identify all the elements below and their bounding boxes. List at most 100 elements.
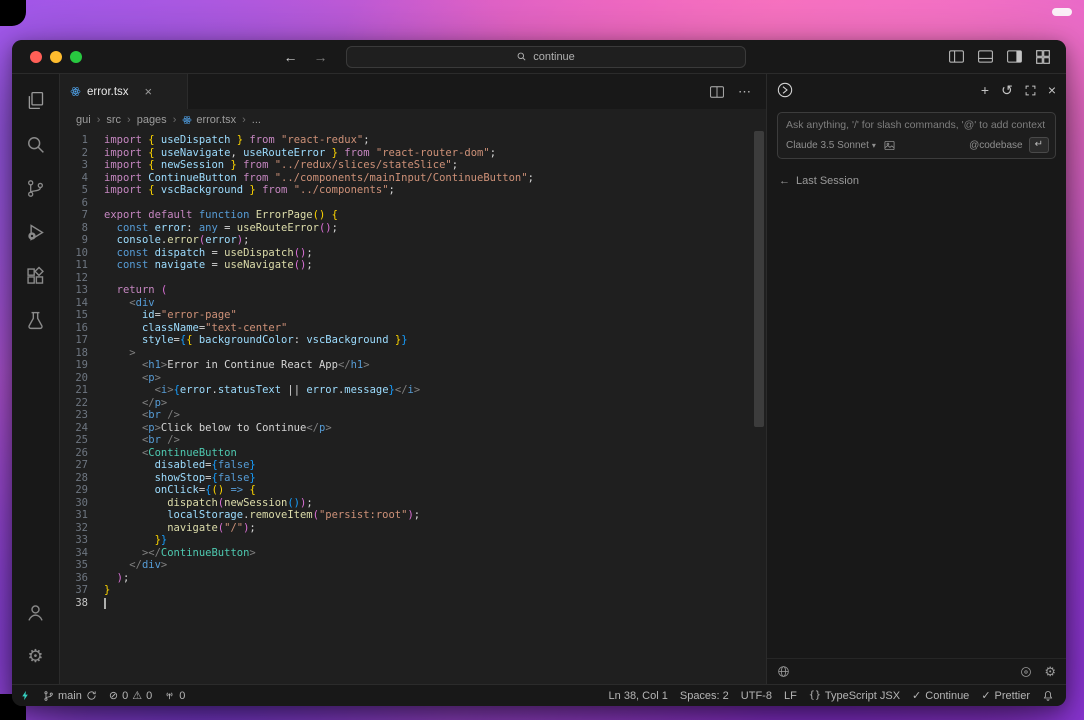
line-number[interactable]: 25 bbox=[60, 434, 104, 447]
fullscreen-icon[interactable] bbox=[1025, 85, 1036, 96]
breadcrumb-item[interactable]: error.tsx bbox=[182, 114, 236, 126]
encoding[interactable]: UTF-8 bbox=[741, 690, 772, 702]
line-number[interactable]: 38 bbox=[60, 597, 104, 610]
close-panel-icon[interactable]: × bbox=[1048, 83, 1056, 97]
line-number[interactable]: 1 bbox=[60, 134, 104, 147]
code-line[interactable]: 22 </p> bbox=[60, 397, 766, 410]
line-number[interactable]: 6 bbox=[60, 197, 104, 210]
forward-arrow-icon[interactable]: → bbox=[314, 49, 328, 65]
line-number[interactable]: 18 bbox=[60, 347, 104, 360]
line-number[interactable]: 2 bbox=[60, 147, 104, 160]
language-mode[interactable]: {} TypeScript JSX bbox=[809, 690, 900, 702]
minimize-window-button[interactable] bbox=[50, 50, 62, 63]
last-session-link[interactable]: ← Last Session bbox=[779, 175, 1066, 187]
image-attach-icon[interactable] bbox=[884, 140, 895, 151]
code-line[interactable]: 1 import { useDispatch } from "react-redu… bbox=[60, 134, 766, 147]
code-line[interactable]: 21 <i>{error.statusText || error.message… bbox=[60, 384, 766, 397]
eol-sequence[interactable]: LF bbox=[784, 690, 797, 702]
help-circle-icon[interactable] bbox=[1020, 666, 1032, 678]
line-number[interactable]: 20 bbox=[60, 372, 104, 385]
line-number[interactable]: 4 bbox=[60, 172, 104, 185]
globe-icon[interactable] bbox=[777, 665, 790, 678]
line-number[interactable]: 32 bbox=[60, 522, 104, 535]
toggle-secondary-sidebar-icon[interactable] bbox=[1007, 50, 1022, 63]
line-number[interactable]: 7 bbox=[60, 209, 104, 222]
line-number[interactable]: 28 bbox=[60, 472, 104, 485]
cursor-position[interactable]: Ln 38, Col 1 bbox=[609, 690, 668, 702]
problems-status[interactable]: ⊘ 0 ⚠ 0 bbox=[109, 689, 152, 703]
breadcrumb-item[interactable]: gui bbox=[76, 114, 91, 126]
maximize-window-button[interactable] bbox=[70, 50, 82, 63]
code-line[interactable]: 6 bbox=[60, 197, 766, 210]
breadcrumb-item[interactable]: pages bbox=[137, 114, 167, 126]
toggle-sidebar-icon[interactable] bbox=[949, 50, 964, 63]
breadcrumb-item[interactable]: ... bbox=[252, 114, 261, 126]
line-number[interactable]: 15 bbox=[60, 309, 104, 322]
line-number[interactable]: 37 bbox=[60, 584, 104, 597]
line-number[interactable]: 5 bbox=[60, 184, 104, 197]
tab-error-tsx[interactable]: error.tsx × bbox=[60, 74, 188, 109]
line-number[interactable]: 16 bbox=[60, 322, 104, 335]
code-line[interactable]: 5 import { vscBackground } from "../compo… bbox=[60, 184, 766, 197]
code-line[interactable]: 3 import { newSession } from "../redux/sl… bbox=[60, 159, 766, 172]
line-number[interactable]: 34 bbox=[60, 547, 104, 560]
code-line[interactable]: 8 const error: any = useRouteError(); bbox=[60, 222, 766, 235]
code-line[interactable]: 26 <ContinueButton bbox=[60, 447, 766, 460]
line-number[interactable]: 36 bbox=[60, 572, 104, 585]
extensions-icon[interactable] bbox=[12, 254, 60, 298]
new-session-icon[interactable]: + bbox=[981, 83, 989, 97]
code-editor[interactable]: 1 import { useDispatch } from "react-redu… bbox=[60, 131, 766, 684]
remote-indicator[interactable] bbox=[20, 689, 31, 702]
toggle-panel-icon[interactable] bbox=[978, 50, 993, 63]
history-icon[interactable]: ↺ bbox=[1001, 83, 1013, 97]
editor-more-actions-icon[interactable]: ⋯ bbox=[738, 84, 752, 100]
settings-gear-icon[interactable]: ⚙ bbox=[12, 634, 60, 678]
codebase-context-chip[interactable]: @codebase bbox=[969, 140, 1023, 151]
indentation[interactable]: Spaces: 2 bbox=[680, 690, 729, 702]
code-line[interactable]: 15 id="error-page" bbox=[60, 309, 766, 322]
line-number[interactable]: 3 bbox=[60, 159, 104, 172]
code-line[interactable]: 37} bbox=[60, 584, 766, 597]
explorer-icon[interactable] bbox=[12, 78, 60, 122]
line-number[interactable]: 10 bbox=[60, 247, 104, 260]
code-line[interactable]: 20 <p> bbox=[60, 372, 766, 385]
line-number[interactable]: 23 bbox=[60, 409, 104, 422]
close-window-button[interactable] bbox=[30, 50, 42, 63]
line-number[interactable]: 31 bbox=[60, 509, 104, 522]
code-line[interactable]: 10 const dispatch = useDispatch(); bbox=[60, 247, 766, 260]
chat-input[interactable] bbox=[778, 113, 1055, 135]
code-line[interactable]: 12 bbox=[60, 272, 766, 285]
code-line[interactable]: 34 ></ContinueButton> bbox=[60, 547, 766, 560]
code-line[interactable]: 19 <h1>Error in Continue React App</h1> bbox=[60, 359, 766, 372]
code-line[interactable]: 17 style={{ backgroundColor: vscBackgrou… bbox=[60, 334, 766, 347]
code-line[interactable]: 33 }} bbox=[60, 534, 766, 547]
line-number[interactable]: 12 bbox=[60, 272, 104, 285]
line-number[interactable]: 30 bbox=[60, 497, 104, 510]
line-number[interactable]: 33 bbox=[60, 534, 104, 547]
code-line[interactable]: 25 <br /> bbox=[60, 434, 766, 447]
code-line[interactable]: 14 <div bbox=[60, 297, 766, 310]
account-icon[interactable] bbox=[12, 590, 60, 634]
split-editor-icon[interactable] bbox=[710, 85, 724, 98]
code-line[interactable]: 7 export default function ErrorPage() { bbox=[60, 209, 766, 222]
model-selector[interactable]: Claude 3.5 Sonnet ▾ bbox=[786, 140, 876, 151]
line-number[interactable]: 8 bbox=[60, 222, 104, 235]
code-line[interactable]: 35 </div> bbox=[60, 559, 766, 572]
code-line[interactable]: 31 localStorage.removeItem("persist:root… bbox=[60, 509, 766, 522]
code-line[interactable]: 28 showStop={false} bbox=[60, 472, 766, 485]
code-line[interactable]: 2 import { useNavigate, useRouteError } f… bbox=[60, 147, 766, 160]
ports-status[interactable]: 0 bbox=[164, 690, 185, 702]
line-number[interactable]: 24 bbox=[60, 422, 104, 435]
customize-layout-icon[interactable] bbox=[1036, 49, 1050, 64]
line-number[interactable]: 13 bbox=[60, 284, 104, 297]
line-number[interactable]: 35 bbox=[60, 559, 104, 572]
source-control-icon[interactable] bbox=[12, 166, 60, 210]
code-line[interactable]: 4 import ContinueButton from "../componen… bbox=[60, 172, 766, 185]
submit-enter-icon[interactable]: ↵ bbox=[1028, 137, 1049, 153]
code-line[interactable]: 29 onClick={() => { bbox=[60, 484, 766, 497]
tab-close-icon[interactable]: × bbox=[145, 84, 153, 99]
line-number[interactable]: 22 bbox=[60, 397, 104, 410]
line-number[interactable]: 9 bbox=[60, 234, 104, 247]
code-line[interactable]: 27 disabled={false} bbox=[60, 459, 766, 472]
editor-scrollbar[interactable] bbox=[754, 131, 764, 427]
